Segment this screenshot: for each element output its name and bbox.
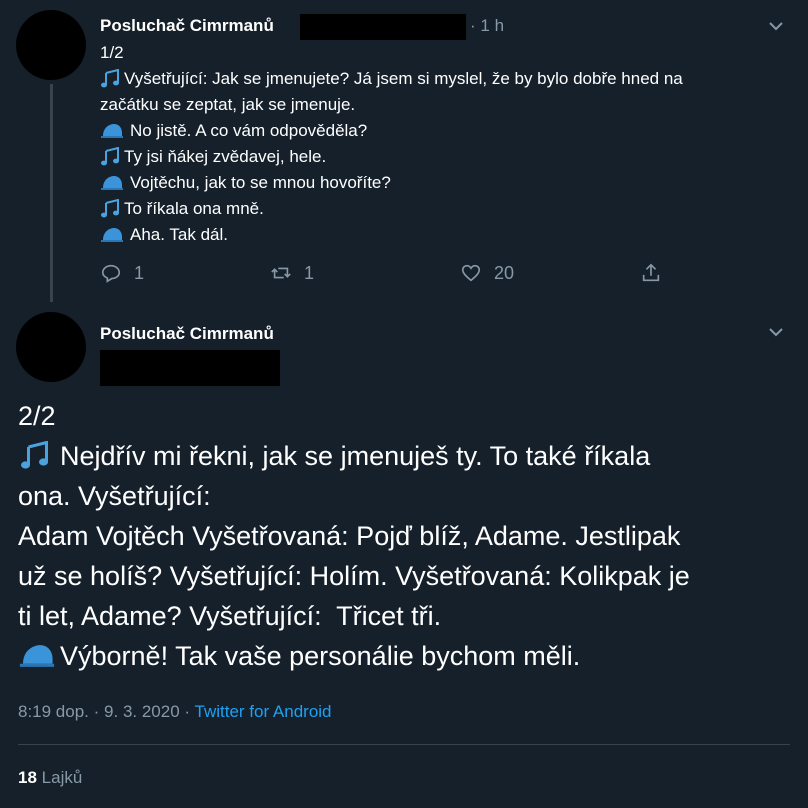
thread-line — [50, 84, 53, 302]
reply-icon — [101, 264, 121, 283]
share-button[interactable] — [640, 262, 674, 284]
tweet-line: To říkala ona mně. — [100, 196, 683, 222]
likes-count: 18 — [18, 768, 37, 787]
cap-icon — [19, 645, 55, 667]
author-name[interactable]: Posluchač Cimrmanů — [100, 16, 274, 36]
line-text: Ty jsi ňákej zvědavej, hele. — [124, 147, 327, 166]
tweet-line: Nejdřív mi řekni, jak se jmenuješ ty. To… — [18, 436, 690, 476]
tweet-line: Ty jsi ňákej zvědavej, hele. — [100, 144, 683, 170]
author-name[interactable]: Posluchač Cimrmanů — [100, 324, 274, 344]
music-notes-icon — [101, 199, 119, 218]
tweet-line: už se holíš? Vyšetřující: Holím. Vyšetřo… — [18, 556, 690, 596]
like-button[interactable]: 20 — [460, 262, 640, 284]
line-text: Vyšetřující: Jak se jmenujete? Já jsem s… — [124, 69, 683, 88]
tweet-line: No jistě. A co vám odpověděla? — [100, 118, 683, 144]
line-text: už se holíš? Vyšetřující: Holím. Vyšetřo… — [18, 561, 690, 591]
tweet-text: 2/2 Nejdřív mi řekni, jak se jmenuješ ty… — [18, 396, 690, 676]
line-text: No jistě. A co vám odpověděla? — [130, 121, 368, 140]
line-text: Vojtěchu, jak to se mnou hovoříte? — [130, 173, 391, 192]
reply-button[interactable]: 1 — [100, 262, 270, 284]
tweet-line: Adam Vojtěch Vyšetřovaná: Pojď blíž, Ada… — [18, 516, 690, 556]
avatar[interactable] — [16, 10, 86, 80]
cap-icon — [101, 176, 123, 190]
music-notes-icon — [101, 147, 119, 166]
divider — [18, 744, 790, 745]
likes-label: Lajků — [41, 768, 83, 787]
tweet-line: Vyšetřující: Jak se jmenujete? Já jsem s… — [100, 66, 683, 92]
line-text: začátku se zeptat, jak se jmenuje. — [100, 95, 356, 114]
tweet-line: Vojtěchu, jak to se mnou hovoříte? — [100, 170, 683, 196]
line-text: Nejdřív mi řekni, jak se jmenuješ ty. To… — [60, 441, 651, 471]
redacted-handle — [100, 350, 280, 386]
line-text: ona. Vyšetřující: — [18, 481, 211, 511]
tweet-time[interactable]: · 1 h — [470, 16, 504, 36]
line-text: ti let, Adame? Vyšetřující: Třicet tři. — [18, 601, 442, 631]
reply-count: 1 — [134, 262, 145, 283]
meta-separator: · — [93, 702, 100, 721]
music-notes-icon — [101, 69, 119, 88]
retweet-button[interactable]: 1 — [270, 262, 460, 284]
redacted-handle — [300, 14, 466, 40]
share-icon — [642, 263, 660, 282]
meta-time[interactable]: 8:19 dop. — [18, 702, 89, 721]
cap-icon — [101, 228, 123, 242]
tweet-line: Výborně! Tak vaše personálie bychom měli… — [18, 636, 690, 676]
music-notes-icon — [21, 441, 48, 469]
cap-icon — [101, 124, 123, 138]
tweet-meta: 8:19 dop. · 9. 3. 2020 · Twitter for And… — [18, 702, 332, 722]
tweet-line: 1/2 — [100, 40, 683, 66]
line-text: Adam Vojtěch Vyšetřovaná: Pojď blíž, Ada… — [18, 521, 681, 551]
tweet-actions: 1 1 20 — [100, 262, 680, 284]
tweet-line: 2/2 — [18, 396, 690, 436]
line-text: Aha. Tak dál. — [130, 225, 228, 244]
line-text: 1/2 — [100, 43, 124, 62]
meta-separator: · — [184, 702, 191, 721]
meta-source-link[interactable]: Twitter for Android — [195, 702, 332, 721]
like-count: 20 — [494, 262, 515, 283]
likes-summary[interactable]: 18 Lajků — [18, 768, 82, 788]
meta-date[interactable]: 9. 3. 2020 — [104, 702, 180, 721]
tweet-text: 1/2 Vyšetřující: Jak se jmenujete? Já js… — [100, 40, 683, 248]
time-text: 1 h — [480, 16, 505, 35]
line-text: 2/2 — [18, 401, 56, 431]
line-text: To říkala ona mně. — [124, 199, 264, 218]
retweet-count: 1 — [304, 262, 315, 283]
time-separator: · — [470, 16, 481, 35]
retweet-icon — [271, 267, 291, 279]
tweet-line: ti let, Adame? Vyšetřující: Třicet tři. — [18, 596, 690, 636]
heart-icon — [461, 264, 481, 282]
line-text: Výborně! Tak vaše personálie bychom měli… — [60, 641, 581, 671]
chevron-down-icon[interactable] — [766, 16, 786, 36]
tweet-line: Aha. Tak dál. — [100, 222, 683, 248]
chevron-down-icon[interactable] — [766, 322, 786, 342]
avatar[interactable] — [16, 312, 86, 382]
tweet-line: začátku se zeptat, jak se jmenuje. — [100, 92, 683, 118]
tweet-line: ona. Vyšetřující: — [18, 476, 690, 516]
